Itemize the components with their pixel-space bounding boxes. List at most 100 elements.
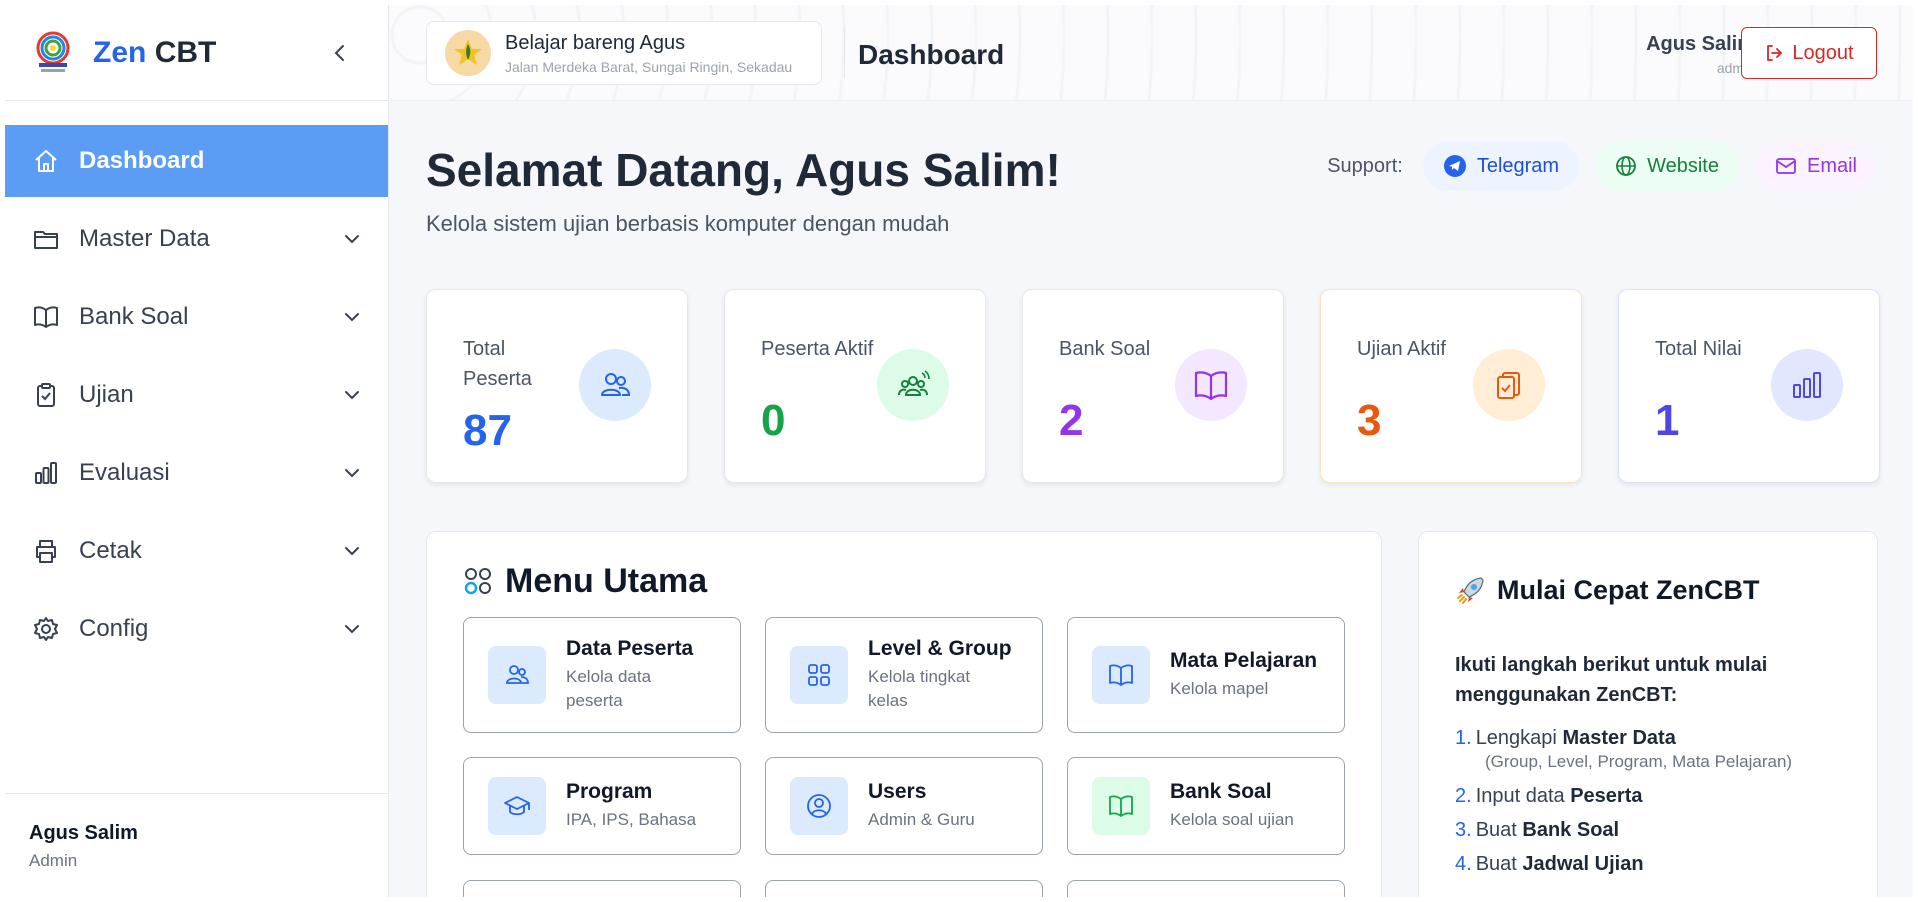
tile-title: Program bbox=[566, 780, 653, 803]
book-icon bbox=[31, 302, 61, 332]
chevron-down-icon bbox=[345, 235, 359, 244]
collapse-sidebar-button[interactable] bbox=[330, 43, 350, 63]
header-user-role: admin bbox=[1716, 60, 1755, 76]
stat-card-total-nilai[interactable]: Total Nilai 1 bbox=[1618, 289, 1880, 483]
stat-value: 0 bbox=[761, 396, 786, 445]
stat-card-ujian-aktif[interactable]: Ujian Aktif 3 bbox=[1320, 289, 1582, 483]
step-number: 4. bbox=[1455, 853, 1472, 875]
logout-label: Logout bbox=[1792, 41, 1854, 64]
stat-card-total-peserta[interactable]: Total Peserta 87 bbox=[426, 289, 688, 483]
sidebar-item-label: Dashboard bbox=[79, 147, 205, 174]
brand-cbt: CBT bbox=[154, 35, 217, 69]
website-label: Website bbox=[1647, 154, 1719, 177]
menu-tile-program[interactable]: Program IPA, IPS, Bahasa bbox=[463, 757, 741, 855]
step-text: Buat bbox=[1475, 819, 1523, 841]
email-link[interactable]: Email bbox=[1754, 141, 1877, 191]
users-icon bbox=[488, 646, 546, 704]
telegram-icon bbox=[1443, 155, 1466, 177]
clipboard-check-icon bbox=[1473, 349, 1545, 421]
header-user: Agus Salim admin bbox=[1646, 33, 1755, 76]
users-icon bbox=[579, 349, 651, 421]
step-item: 1. Lengkapi Master Data (Group, Level, Pr… bbox=[1455, 726, 1792, 774]
header-user-name: Agus Salim bbox=[1646, 33, 1755, 55]
logout-button[interactable]: Logout bbox=[1741, 27, 1877, 79]
folder-icon bbox=[31, 224, 61, 254]
sidebar-nav: Dashboard Master Data Bank Soal Ujian Ev… bbox=[5, 125, 388, 665]
book-open-icon bbox=[1092, 777, 1150, 835]
book-open-icon bbox=[1175, 349, 1247, 421]
tile-title: Data Peserta bbox=[566, 637, 694, 660]
menu-tile-mata-pelajaran[interactable]: Mata Pelajaran Kelola mapel bbox=[1067, 617, 1345, 733]
stat-card-peserta-aktif[interactable]: Peserta Aktif 0 bbox=[724, 289, 986, 483]
home-icon bbox=[31, 146, 61, 176]
tile-desc: Kelola data peserta bbox=[566, 667, 652, 710]
step-number: 2. bbox=[1455, 785, 1472, 807]
step-bold: Peserta bbox=[1570, 785, 1643, 807]
stat-label: Total Nilai bbox=[1655, 338, 1742, 360]
menu-tile-bank-soal[interactable]: Bank Soal Kelola soal ujian bbox=[1067, 757, 1345, 855]
menu-tile-partial[interactable] bbox=[765, 880, 1043, 897]
school-name: Belajar bareng Agus bbox=[505, 31, 686, 54]
step-item: 4. Buat Jadwal Ujian bbox=[1455, 852, 1792, 876]
stat-cards: Total Peserta 87 Peserta Aktif 0 Bank So… bbox=[426, 289, 1880, 483]
app-frame: Zen CBT Dashboard Master Data Bank Soal … bbox=[5, 5, 1913, 897]
bar-chart-icon bbox=[31, 458, 61, 488]
sidebar-user-name: Agus Salim bbox=[29, 822, 138, 844]
step-text: Lengkapi bbox=[1475, 727, 1563, 749]
website-link[interactable]: Website bbox=[1595, 141, 1739, 191]
brand-zen: Zen bbox=[93, 35, 147, 69]
tile-desc: Admin & Guru bbox=[868, 810, 975, 829]
step-text: Input data bbox=[1475, 785, 1571, 807]
telegram-link[interactable]: Telegram bbox=[1422, 141, 1580, 191]
stat-card-bank-soal[interactable]: Bank Soal 2 bbox=[1022, 289, 1284, 483]
school-logo bbox=[445, 30, 491, 76]
chevron-left-icon bbox=[334, 45, 344, 61]
chevron-down-icon bbox=[345, 391, 359, 400]
sidebar-item-dashboard[interactable]: Dashboard bbox=[5, 125, 388, 197]
sidebar-item-ujian[interactable]: Ujian bbox=[5, 359, 388, 431]
top-header: Belajar bareng Agus Jalan Merdeka Barat,… bbox=[390, 5, 1913, 101]
welcome-subtitle: Kelola sistem ujian berbasis komputer de… bbox=[426, 211, 950, 236]
menu-title-text: Menu Utama bbox=[505, 562, 708, 600]
bar-chart-icon bbox=[1771, 349, 1843, 421]
telegram-label: Telegram bbox=[1476, 154, 1560, 177]
tile-title: Mata Pelajaran bbox=[1170, 649, 1318, 672]
stat-value: 2 bbox=[1059, 396, 1084, 445]
sidebar-item-bank-soal[interactable]: Bank Soal bbox=[5, 281, 388, 353]
book-open-icon bbox=[1092, 646, 1150, 704]
sidebar-item-config[interactable]: Config bbox=[5, 593, 388, 665]
grid-icon bbox=[790, 646, 848, 704]
menu-title: Menu Utama bbox=[463, 562, 707, 601]
globe-icon bbox=[1616, 156, 1636, 176]
gear-icon bbox=[31, 614, 61, 644]
printer-icon bbox=[31, 536, 61, 566]
sidebar-item-cetak[interactable]: Cetak bbox=[5, 515, 388, 587]
quick-start-title: Mulai Cepat ZenCBT bbox=[1455, 574, 1760, 606]
menu-tile-partial[interactable] bbox=[1067, 880, 1345, 897]
tile-desc: Kelola mapel bbox=[1170, 679, 1269, 698]
stat-label: Ujian Aktif bbox=[1357, 338, 1446, 360]
quick-start-title-text: Mulai Cepat ZenCBT bbox=[1497, 574, 1760, 605]
quick-start-intro: Ikuti langkah berikut untuk mulai menggu… bbox=[1455, 654, 1768, 706]
step-bold: Bank Soal bbox=[1522, 819, 1620, 841]
chevron-down-icon bbox=[345, 547, 359, 556]
sidebar-item-master-data[interactable]: Master Data bbox=[5, 203, 388, 275]
menu-tile-users[interactable]: Users Admin & Guru bbox=[765, 757, 1043, 855]
stat-label: Bank Soal bbox=[1059, 338, 1151, 360]
stat-value: 1 bbox=[1655, 396, 1680, 445]
quick-start-steps: 1. Lengkapi Master Data (Group, Level, Pr… bbox=[1455, 726, 1792, 886]
menu-tile-partial[interactable] bbox=[463, 880, 741, 897]
sidebar-item-evaluasi[interactable]: Evaluasi bbox=[5, 437, 388, 509]
email-label: Email bbox=[1806, 154, 1857, 177]
tile-title: Users bbox=[868, 780, 927, 803]
step-bold: Master Data bbox=[1562, 727, 1676, 749]
menu-tile-data-peserta[interactable]: Data Peserta Kelola data peserta bbox=[463, 617, 741, 733]
sidebar-item-label: Ujian bbox=[79, 381, 134, 408]
sidebar-item-label: Evaluasi bbox=[79, 459, 170, 486]
tile-desc: Kelola tingkat kelas bbox=[868, 667, 971, 710]
user-circle-icon bbox=[790, 777, 848, 835]
sidebar-item-label: Master Data bbox=[79, 225, 210, 252]
brand-name: Zen CBT bbox=[93, 36, 216, 70]
menu-tile-level-group[interactable]: Level & Group Kelola tingkat kelas bbox=[765, 617, 1043, 733]
step-bold: Jadwal Ujian bbox=[1522, 853, 1644, 875]
